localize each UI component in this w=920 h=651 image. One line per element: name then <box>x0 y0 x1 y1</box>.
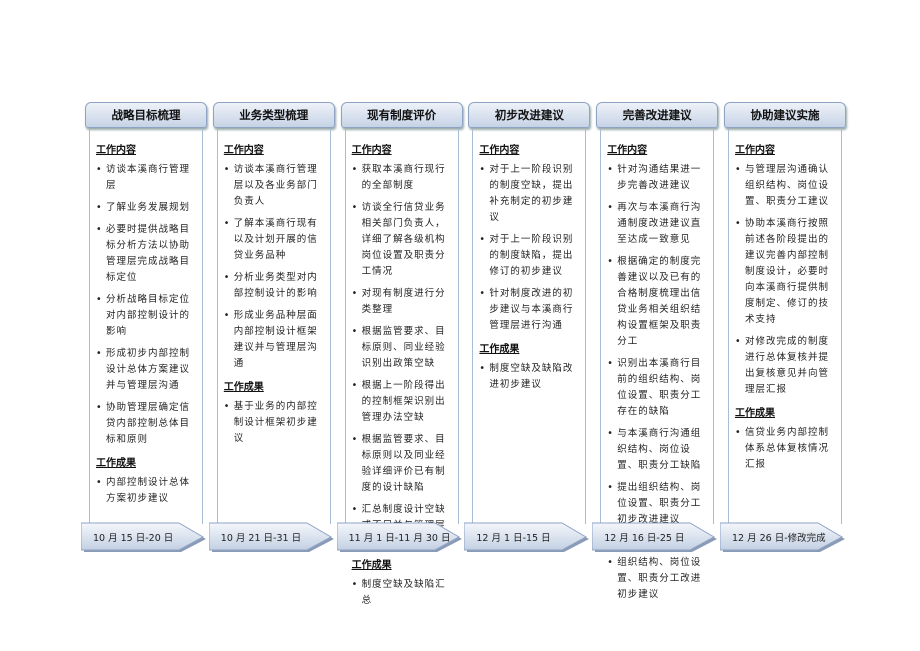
content-heading: 工作内容 <box>735 145 775 156</box>
timeline-arrow: 12 月 16 日-25 日 <box>592 522 718 552</box>
phase-date: 12 月 26 日-修改完成 <box>732 533 826 544</box>
content-item: 再次与本溪商行沟通制度改进建议直至达成一致意见 <box>607 200 709 248</box>
phase-column: 完善改进建议 工作内容 针对沟通结果进一步完善改进建议再次与本溪商行沟通制度改进… <box>596 102 719 600</box>
phase-date: 12 月 16 日-25 日 <box>604 533 685 544</box>
phase-date: 11 月 1 日-11 月 30 日 <box>348 533 451 544</box>
result-heading: 工作成果 <box>351 560 392 571</box>
content-item: 访谈本溪商行管理层 <box>96 162 198 194</box>
content-item: 与本溪商行沟通组织结构、岗位设置、职责分工缺陷 <box>607 426 709 474</box>
content-item: 提出组织结构、岗位设置、职责分工初步改进建议 <box>607 480 709 528</box>
phase-title: 业务类型梳理 <box>212 102 335 128</box>
content-item: 访谈全行信贷业务相关部门负责人，详细了解各级机构岗位设置及职责分工情况 <box>352 200 454 280</box>
result-item: 制度空缺及缺陷改进初步建议 <box>479 361 581 393</box>
phase-column: 现有制度评价 工作内容 获取本溪商行现行的全部制度访谈全行信贷业务相关部门负责人… <box>340 102 463 606</box>
content-item: 针对制度改进的初步建议与本溪商行管理层进行沟通 <box>479 286 581 334</box>
content-item: 形成业务品种层面内部控制设计框架建议并与管理层沟通 <box>224 308 326 372</box>
content-item: 形成初步内部控制设计总体方案建议并与管理层沟通 <box>96 346 198 394</box>
content-item: 针对沟通结果进一步完善改进建议 <box>607 162 709 194</box>
timeline-arrow: 10 月 15 日-20 日 <box>81 522 207 552</box>
timeline-arrow: 10 月 21 日-31 日 <box>208 522 335 552</box>
content-item: 与管理层沟通确认组织结构、岗位设置、职责分工建议 <box>735 162 837 210</box>
phase-body: 工作内容 对于上一阶段识别的制度空缺，提出补充制定的初步建议对于上一阶段识别的制… <box>472 129 587 524</box>
content-item: 根据确定的制度完善建议以及已有的合格制度梳理出信贷业务相关组织结构设置框架及职责… <box>607 254 709 350</box>
phase-body: 工作内容 与管理层沟通确认组织结构、岗位设置、职责分工建议协助本溪商行按照前述各… <box>728 129 842 524</box>
content-item: 协助管理层确定信贷内部控制总体目标和原则 <box>96 400 198 448</box>
result-heading: 工作成果 <box>479 344 520 355</box>
content-item: 识别出本溪商行目前的组织结构、岗位设置、职责分工存在的缺陷 <box>607 356 709 420</box>
phase-date: 12 月 1 日-15 日 <box>476 533 551 544</box>
phase-title: 协助建议实施 <box>724 102 846 128</box>
content-item: 对于上一阶段识别的制度空缺，提出补充制定的初步建议 <box>479 162 581 226</box>
phase-column: 初步改进建议 工作内容 对于上一阶段识别的制度空缺，提出补充制定的初步建议对于上… <box>468 102 591 524</box>
phase-title: 战略目标梳理 <box>85 102 207 128</box>
content-heading: 工作内容 <box>351 145 392 156</box>
phase-date: 10 月 21 日-31 日 <box>220 533 302 544</box>
result-item: 组织结构、岗位设置、职责分工改进初步建议 <box>607 555 709 603</box>
content-item: 必要时提供战略目标分析方法以协助管理层完成战略目标定位 <box>96 222 198 286</box>
phase-body: 工作内容 针对沟通结果进一步完善改进建议再次与本溪商行沟通制度改进建议直至达成一… <box>600 129 715 600</box>
result-item: 基于业务的内部控制设计框架初步建议 <box>224 399 326 447</box>
phase-title: 现有制度评价 <box>340 102 463 128</box>
phase-column: 战略目标梳理 工作内容 访谈本溪商行管理层了解业务发展规划必要时提供战略目标分析… <box>85 102 207 524</box>
result-heading: 工作成果 <box>223 382 264 393</box>
timeline-arrow: 11 月 1 日-11 月 30 日 <box>336 522 463 552</box>
content-item: 协助本溪商行按照前述各阶段提出的建议完善内部控制制度设计，必要时向本溪商行提供制… <box>735 216 837 328</box>
content-heading: 工作内容 <box>223 145 264 156</box>
content-item: 对修改完成的制度进行总体复核并提出复核意见并向管理层汇报 <box>735 334 837 398</box>
timeline-arrow: 12 月 1 日-15 日 <box>464 522 590 552</box>
content-item: 了解本溪商行现有以及计划开展的信贷业务品种 <box>224 216 326 264</box>
result-heading: 工作成果 <box>96 458 136 469</box>
content-heading: 工作内容 <box>96 145 136 156</box>
result-item: 信贷业务内部控制体系总体复核情况汇报 <box>735 425 837 473</box>
phase-body: 工作内容 访谈本溪商行管理层了解业务发展规划必要时提供战略目标分析方法以协助管理… <box>89 129 203 524</box>
timeline-arrow: 12 月 26 日-修改完成 <box>720 522 846 552</box>
phase-title: 完善改进建议 <box>596 102 719 128</box>
phase-body: 工作内容 访谈本溪商行管理层以及各业务部门负责人了解本溪商行现有以及计划开展的信… <box>216 129 331 524</box>
content-item: 根据监管要求、目标原则、同业经验识别出政策空缺 <box>352 324 454 372</box>
result-item: 制度空缺及缺陷汇总 <box>352 577 454 609</box>
content-item: 获取本溪商行现行的全部制度 <box>352 162 454 194</box>
content-item: 分析业务类型对内部控制设计的影响 <box>224 270 326 302</box>
content-item: 对现有制度进行分类整理 <box>352 286 454 318</box>
phase-date: 10 月 15 日-20 日 <box>93 533 174 544</box>
phase-column: 业务类型梳理 工作内容 访谈本溪商行管理层以及各业务部门负责人了解本溪商行现有以… <box>212 102 335 524</box>
content-item: 对于上一阶段识别的制度缺陷，提出修订的初步建议 <box>479 232 581 280</box>
content-item: 根据监管要求、目标原则以及同业经验详细评价已有制度的设计缺陷 <box>352 432 454 496</box>
result-item: 内部控制设计总体方案初步建议 <box>96 475 198 507</box>
content-item: 分析战略目标定位对内部控制设计的影响 <box>96 292 198 340</box>
content-item: 访谈本溪商行管理层以及各业务部门负责人 <box>224 162 326 210</box>
content-item: 根据上一阶段得出的控制框架识别出管理办法空缺 <box>352 378 454 426</box>
phase-body: 工作内容 获取本溪商行现行的全部制度访谈全行信贷业务相关部门负责人，详细了解各级… <box>344 129 459 606</box>
content-item: 了解业务发展规划 <box>96 200 198 216</box>
phase-column: 协助建议实施 工作内容 与管理层沟通确认组织结构、岗位设置、职责分工建议协助本溪… <box>724 102 846 524</box>
content-heading: 工作内容 <box>607 145 648 156</box>
result-heading: 工作成果 <box>735 408 775 419</box>
content-heading: 工作内容 <box>479 145 520 156</box>
phase-title: 初步改进建议 <box>468 102 591 128</box>
